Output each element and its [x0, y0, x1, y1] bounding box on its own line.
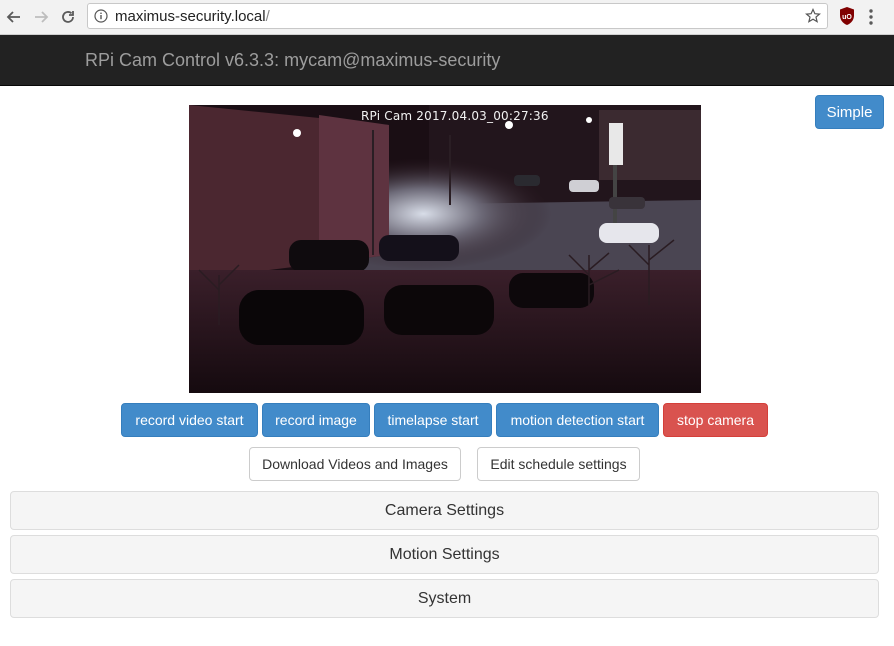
record-image-button[interactable]: record image [262, 403, 370, 437]
simple-mode-button[interactable]: Simple [815, 95, 884, 129]
camera-settings-panel[interactable]: Camera Settings [10, 491, 879, 530]
camera-preview-image[interactable]: RPi Cam 2017.04.03_00:27:36 [189, 105, 701, 393]
forward-arrow-icon[interactable] [31, 7, 51, 27]
system-title: System [417, 589, 472, 607]
ublock-label: uO [842, 14, 852, 21]
bookmark-star-icon[interactable] [805, 8, 821, 29]
back-arrow-icon[interactable] [4, 7, 24, 27]
camera-settings-title: Camera Settings [384, 501, 505, 519]
url-text: maximus-security.local/ [115, 8, 270, 25]
reload-icon[interactable] [58, 7, 78, 27]
browser-toolbar: maximus-security.local/ uO [0, 0, 894, 35]
app-brand-title[interactable]: RPi Cam Control v6.3.3: mycam@maximus-se… [85, 50, 500, 71]
stop-camera-button[interactable]: stop camera [663, 403, 768, 437]
timelapse-button[interactable]: timelapse start [374, 403, 492, 437]
motion-detection-button[interactable]: motion detection start [496, 403, 659, 437]
address-bar[interactable]: maximus-security.local/ [87, 3, 828, 29]
download-videos-button[interactable]: Download Videos and Images [249, 447, 461, 481]
edit-schedule-button[interactable]: Edit schedule settings [477, 447, 640, 481]
url-host: maximus-security.local [115, 8, 266, 25]
camera-scene [189, 105, 701, 393]
motion-settings-panel[interactable]: Motion Settings [10, 535, 879, 574]
record-video-button[interactable]: record video start [121, 403, 258, 437]
browser-menu-icon[interactable] [868, 7, 874, 32]
app-navbar: RPi Cam Control v6.3.3: mycam@maximus-se… [0, 35, 894, 86]
camera-timestamp: RPi Cam 2017.04.03_00:27:36 [361, 109, 549, 123]
info-icon[interactable] [94, 9, 108, 23]
url-path: / [265, 8, 270, 25]
ublock-extension-icon[interactable]: uO [838, 6, 856, 31]
system-panel[interactable]: System [10, 579, 879, 618]
motion-settings-title: Motion Settings [389, 545, 500, 563]
